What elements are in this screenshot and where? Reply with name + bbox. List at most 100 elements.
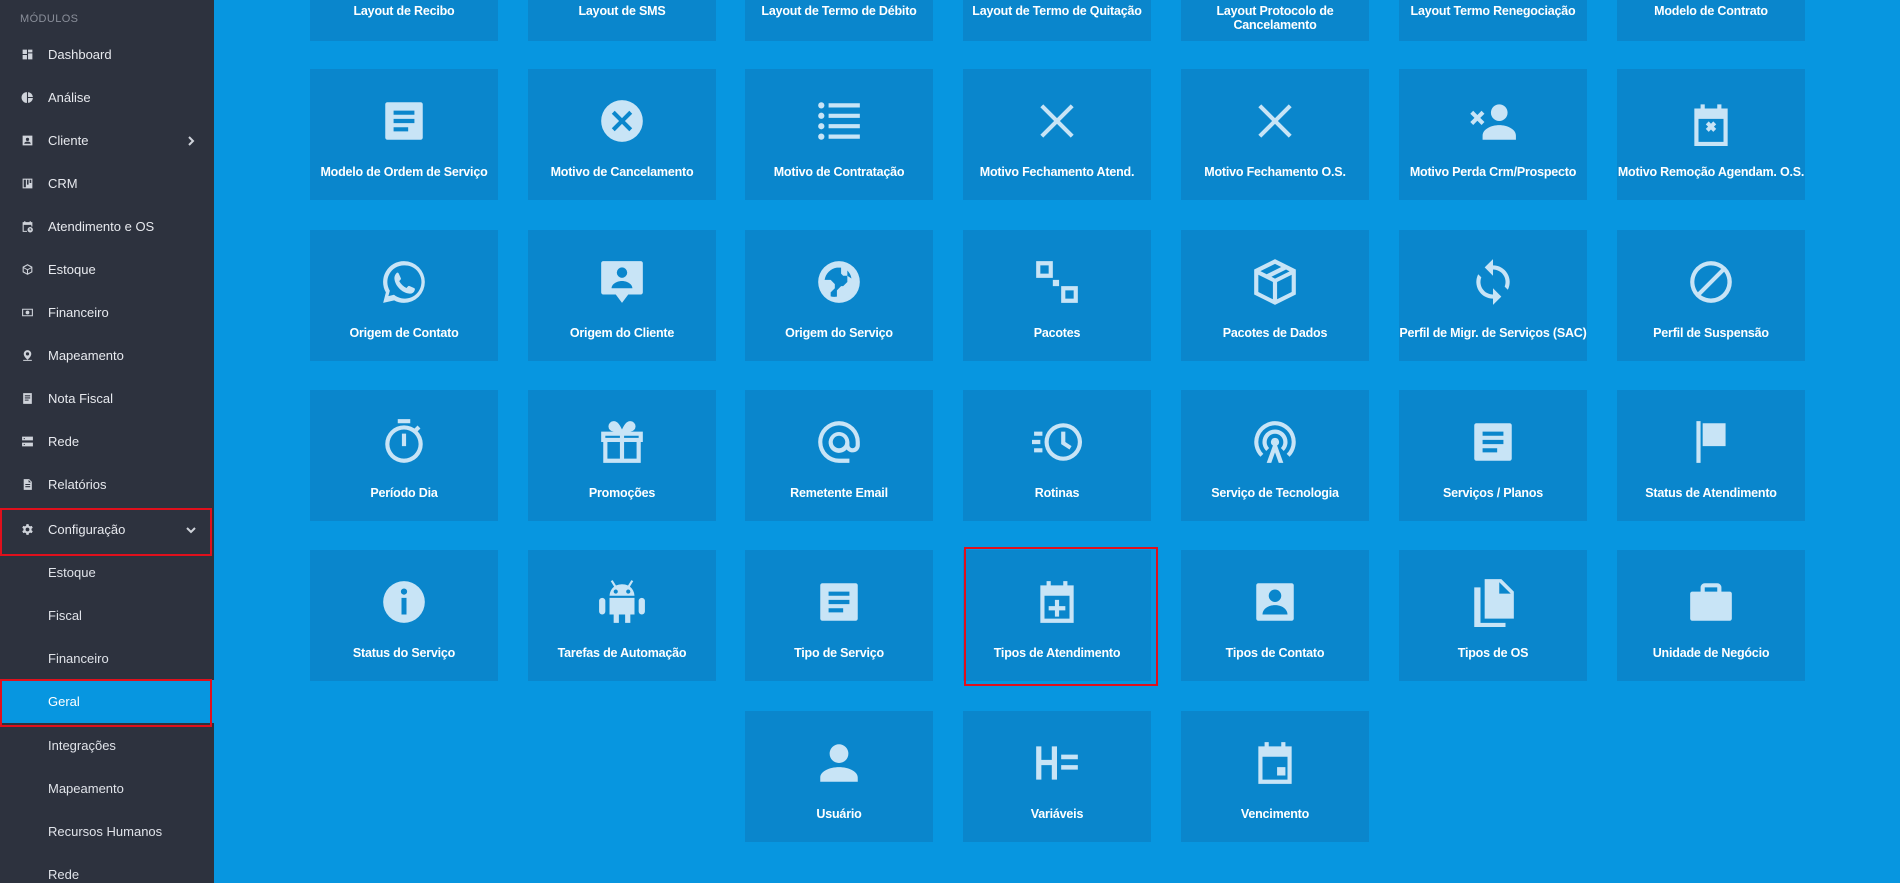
tile-servicos-planos[interactable]: Serviços / Planos bbox=[1399, 390, 1587, 521]
tile-motivo-contratacao[interactable]: Motivo de Contratação bbox=[745, 69, 933, 200]
tile-tipos-os[interactable]: Tipos de OS bbox=[1399, 550, 1587, 681]
tile-origem-servico[interactable]: Origem do Serviço bbox=[745, 230, 933, 361]
tile-motivo-fechamento-atend[interactable]: Motivo Fechamento Atend. bbox=[963, 69, 1151, 200]
tile-tarefas-automacao[interactable]: Tarefas de Automação bbox=[528, 550, 716, 681]
tile-usuario[interactable]: Usuário bbox=[745, 711, 933, 842]
antenna-icon bbox=[1250, 417, 1300, 467]
modules-header: MÓDULOS bbox=[20, 13, 79, 25]
tile-pacotes-dados[interactable]: Pacotes de Dados bbox=[1181, 230, 1369, 361]
sidebar-item-mapeamento[interactable]: Mapeamento bbox=[0, 334, 214, 377]
money-icon bbox=[20, 306, 34, 320]
sidebar-item-label: Cliente bbox=[48, 133, 89, 148]
dashboard-icon bbox=[20, 48, 34, 62]
tile-label: Usuário bbox=[816, 807, 862, 821]
sidebar-item-atendimento-os[interactable]: Atendimento e OS bbox=[0, 205, 214, 248]
chevron-down-icon bbox=[186, 508, 196, 551]
tile-motivo-perda-crm[interactable]: Motivo Perda Crm/Prospecto bbox=[1399, 69, 1587, 200]
tile-layout-de-sms[interactable]: Layout de SMS bbox=[528, 0, 716, 41]
tile-label: Motivo de Contratação bbox=[773, 165, 905, 179]
sidebar-item-configuracao[interactable]: Configuração bbox=[0, 508, 214, 551]
submenu-item-financeiro[interactable]: Financeiro bbox=[0, 637, 214, 680]
tile-label: Origem do Cliente bbox=[569, 326, 675, 340]
submenu-item-geral[interactable]: Geral bbox=[0, 680, 214, 723]
tile-layout-termo-debito[interactable]: Layout de Termo de Débito bbox=[745, 0, 933, 41]
contact-card-icon bbox=[20, 134, 34, 148]
tile-label: Layout de Termo de Quitação bbox=[972, 4, 1142, 18]
package-icon bbox=[1250, 257, 1300, 307]
submenu-item-mapeamento[interactable]: Mapeamento bbox=[0, 767, 214, 810]
sidebar-item-label: Dashboard bbox=[48, 47, 112, 62]
tile-label: Perfil de Suspensão bbox=[1653, 326, 1769, 340]
tile-label: Promoções bbox=[588, 486, 656, 500]
tile-pacotes[interactable]: Pacotes bbox=[963, 230, 1151, 361]
tile-vencimento[interactable]: Vencimento bbox=[1181, 711, 1369, 842]
sidebar-item-financeiro[interactable]: Financeiro bbox=[0, 291, 214, 334]
tile-motivo-remocao-agendam[interactable]: Motivo Remoção Agendam. O.S. bbox=[1617, 69, 1805, 200]
tile-layout-termo-renegociacao[interactable]: Layout Termo Renegociação bbox=[1399, 0, 1587, 41]
flag-icon bbox=[1686, 417, 1736, 467]
tile-layout-protocolo-cancelamento[interactable]: Layout Protocolo de Cancelamento bbox=[1181, 0, 1369, 41]
sidebar-item-dashboard[interactable]: Dashboard bbox=[0, 33, 214, 76]
variables-icon bbox=[1032, 738, 1082, 788]
sidebar-item-analise[interactable]: Análise bbox=[0, 76, 214, 119]
tile-periodo-dia[interactable]: Período Dia bbox=[310, 390, 498, 521]
tile-status-atendimento[interactable]: Status de Atendimento bbox=[1617, 390, 1805, 521]
tile-label: Tipo de Serviço bbox=[794, 646, 884, 660]
tile-label: Serviços / Planos bbox=[1442, 486, 1544, 500]
calendar-day-icon bbox=[1250, 738, 1300, 788]
tile-origem-contato[interactable]: Origem de Contato bbox=[310, 230, 498, 361]
tile-servico-tecnologia[interactable]: Serviço de Tecnologia bbox=[1181, 390, 1369, 521]
submenu-item-integracoes[interactable]: Integrações bbox=[0, 724, 214, 767]
sidebar-item-rede[interactable]: Rede bbox=[0, 420, 214, 463]
tile-modelo-de-contrato[interactable]: Modelo de Contrato bbox=[1617, 0, 1805, 41]
tile-origem-cliente[interactable]: Origem do Cliente bbox=[528, 230, 716, 361]
tile-rotinas[interactable]: Rotinas bbox=[963, 390, 1151, 521]
calendar-clock-icon bbox=[20, 220, 34, 234]
tile-label: Rotinas bbox=[1034, 486, 1080, 500]
tile-modelo-ordem-servico[interactable]: Modelo de Ordem de Serviço bbox=[310, 69, 498, 200]
tile-variaveis[interactable]: Variáveis bbox=[963, 711, 1151, 842]
tile-perfil-suspensao[interactable]: Perfil de Suspensão bbox=[1617, 230, 1805, 361]
tile-label: Pacotes de Dados bbox=[1222, 326, 1328, 340]
submenu-item-recursos-humanos[interactable]: Recursos Humanos bbox=[0, 810, 214, 853]
tile-label: Origem de Contato bbox=[349, 326, 459, 340]
tile-tipos-contato[interactable]: Tipos de Contato bbox=[1181, 550, 1369, 681]
tile-layout-termo-quitacao[interactable]: Layout de Termo de Quitação bbox=[963, 0, 1151, 41]
tile-label: Layout de Recibo bbox=[353, 4, 455, 18]
tile-motivo-fechamento-os[interactable]: Motivo Fechamento O.S. bbox=[1181, 69, 1369, 200]
stopwatch-icon bbox=[379, 417, 429, 467]
sidebar-item-label: Rede bbox=[48, 434, 80, 449]
tile-tipo-servico[interactable]: Tipo de Serviço bbox=[745, 550, 933, 681]
submenu-item-rede[interactable]: Rede bbox=[0, 853, 214, 883]
sidebar-item-label: Financeiro bbox=[48, 305, 109, 320]
tile-promocoes[interactable]: Promoções bbox=[528, 390, 716, 521]
tile-label: Layout Protocolo de Cancelamento bbox=[1216, 4, 1334, 32]
sidebar-item-label: Configuração bbox=[48, 522, 126, 537]
sidebar-item-crm[interactable]: CRM bbox=[0, 162, 214, 205]
sidebar-item-relatorios[interactable]: Relatórios bbox=[0, 463, 214, 506]
sidebar-item-estoque[interactable]: Estoque bbox=[0, 248, 214, 291]
submenu-item-fiscal[interactable]: Fiscal bbox=[0, 594, 214, 637]
list-icon bbox=[814, 96, 864, 146]
tile-perfil-migr-servicos[interactable]: Perfil de Migr. de Serviços (SAC) bbox=[1399, 230, 1587, 361]
close-icon bbox=[1250, 96, 1300, 146]
submenu-item-estoque[interactable]: Estoque bbox=[0, 551, 214, 594]
file-icon bbox=[20, 478, 34, 492]
sidebar-item-nota-fiscal[interactable]: Nota Fiscal bbox=[0, 377, 214, 420]
tile-label: Serviço de Tecnologia bbox=[1211, 486, 1339, 500]
tile-label: Vencimento bbox=[1240, 807, 1310, 821]
server-icon bbox=[20, 435, 34, 449]
tile-label: Tipos de Atendimento bbox=[993, 646, 1121, 660]
tile-remetente-email[interactable]: Remetente Email bbox=[745, 390, 933, 521]
tile-label: Modelo de Contrato bbox=[1654, 4, 1768, 18]
tile-label: Remetente Email bbox=[790, 486, 888, 500]
tile-motivo-cancelamento[interactable]: Motivo de Cancelamento bbox=[528, 69, 716, 200]
tile-tipos-atendimento[interactable]: Tipos de Atendimento bbox=[963, 550, 1151, 681]
sidebar-item-cliente[interactable]: Cliente bbox=[0, 119, 214, 162]
tile-unidade-negocio[interactable]: Unidade de Negócio bbox=[1617, 550, 1805, 681]
map-pin-icon bbox=[20, 349, 34, 363]
tile-layout-de-recibo[interactable]: Layout de Recibo bbox=[310, 0, 498, 41]
files-icon bbox=[1468, 577, 1518, 627]
document-lines-icon bbox=[1468, 417, 1518, 467]
tile-status-servico[interactable]: Status do Serviço bbox=[310, 550, 498, 681]
